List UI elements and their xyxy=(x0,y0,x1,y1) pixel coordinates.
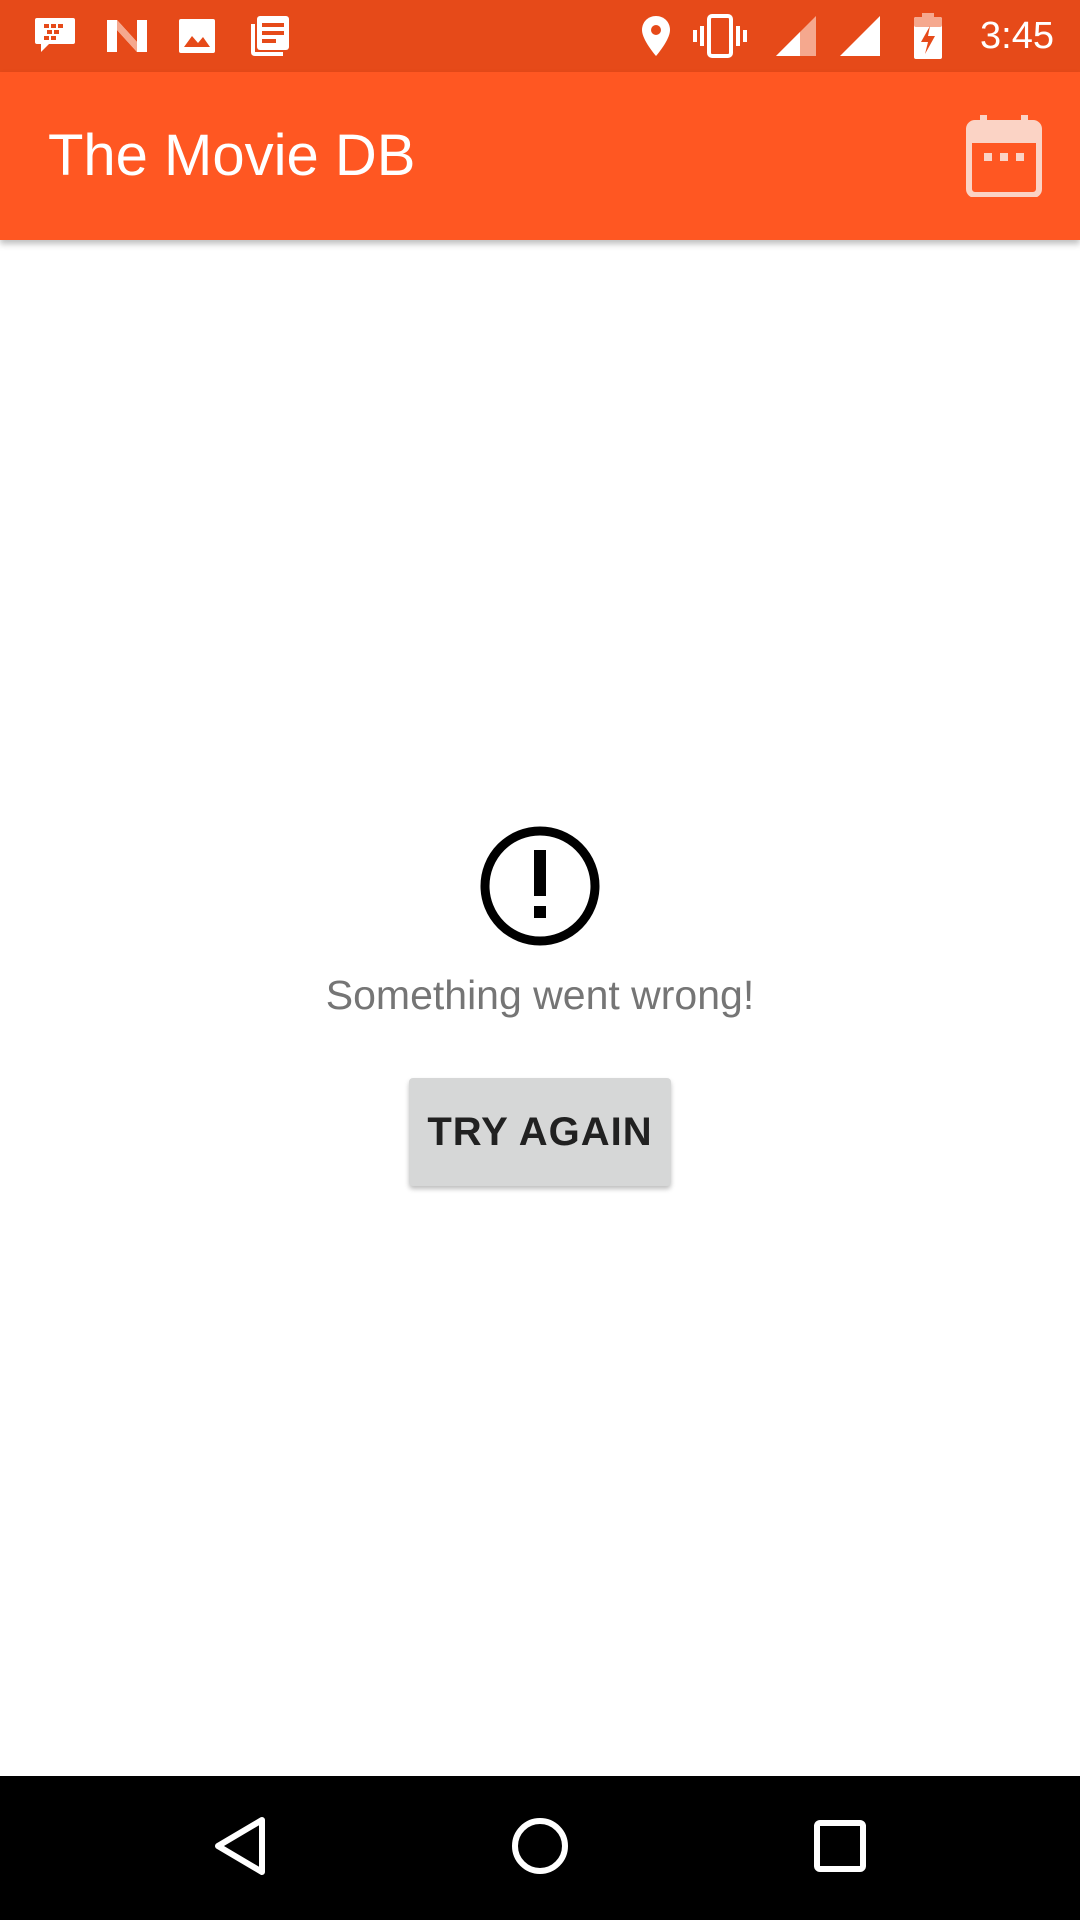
back-button[interactable] xyxy=(168,1776,312,1920)
news-icon xyxy=(244,0,294,72)
signal-full-icon xyxy=(836,0,884,72)
vibrate-icon xyxy=(692,0,748,72)
content-area: Something went wrong! TRY AGAIN xyxy=(0,240,1080,1776)
back-icon xyxy=(212,1816,268,1881)
home-button[interactable] xyxy=(468,1776,612,1920)
status-bar: 3:45 xyxy=(0,0,1080,72)
error-message: Something went wrong! xyxy=(325,972,755,1018)
recents-button[interactable] xyxy=(768,1776,912,1920)
app-bar: The Movie DB xyxy=(0,72,1080,240)
try-again-button[interactable]: TRY AGAIN xyxy=(409,1078,671,1186)
image-icon xyxy=(172,0,222,72)
calendar-button[interactable] xyxy=(948,102,1060,214)
app-title: The Movie DB xyxy=(48,123,416,188)
status-time: 3:45 xyxy=(980,15,1054,57)
bbm-icon xyxy=(30,0,80,72)
calendar-icon xyxy=(966,114,1042,202)
location-icon xyxy=(636,0,676,72)
recents-icon xyxy=(814,1819,866,1877)
home-icon xyxy=(510,1816,570,1881)
navigation-bar xyxy=(0,1776,1080,1920)
signal-icon xyxy=(772,0,820,72)
error-icon xyxy=(478,824,602,948)
battery-charging-icon xyxy=(908,0,948,72)
n-icon xyxy=(102,0,152,72)
